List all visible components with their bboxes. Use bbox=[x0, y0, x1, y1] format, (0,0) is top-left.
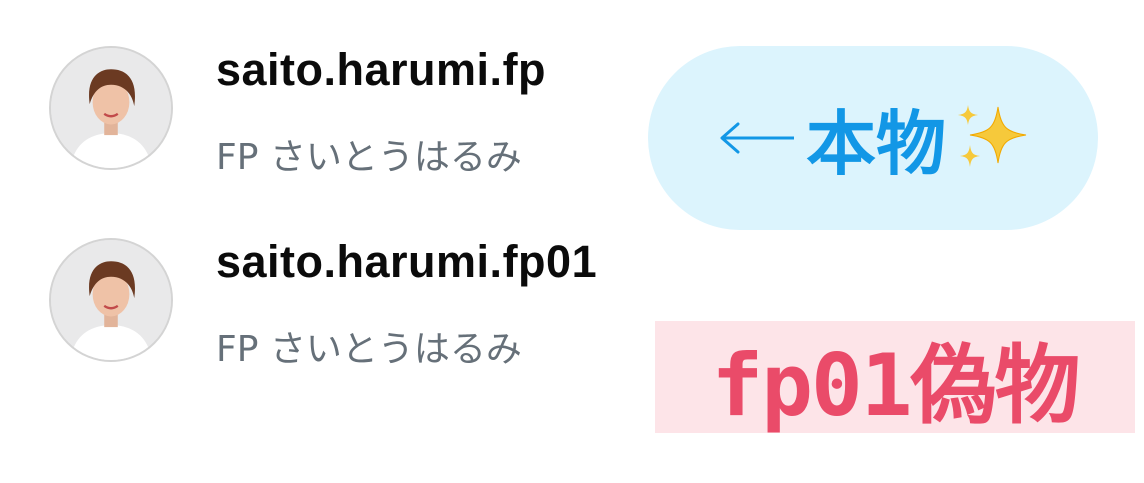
username[interactable]: saito.harumi.fp bbox=[216, 44, 546, 96]
fake-account-callout: fp01偽物 bbox=[655, 321, 1135, 436]
avatar[interactable] bbox=[49, 238, 173, 362]
sparkles-icon bbox=[952, 103, 1030, 173]
left-arrow-icon bbox=[716, 118, 796, 158]
display-name: FP さいとうはるみ bbox=[216, 137, 522, 178]
username[interactable]: saito.harumi.fp01 bbox=[216, 236, 597, 288]
profile-photo bbox=[51, 240, 171, 360]
display-name: FP さいとうはるみ bbox=[216, 329, 522, 370]
real-label: 本物 bbox=[806, 102, 946, 185]
profile-photo bbox=[51, 48, 171, 168]
avatar[interactable] bbox=[49, 46, 173, 170]
fake-label: fp01偽物 bbox=[711, 335, 1080, 436]
real-account-callout: 本物 bbox=[648, 46, 1098, 230]
